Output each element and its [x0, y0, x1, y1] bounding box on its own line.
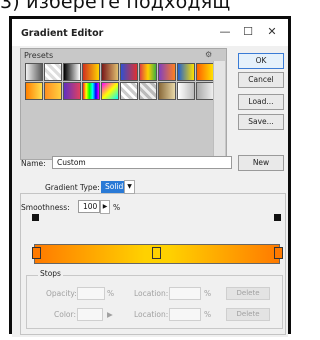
opacity-delete-button[interactable]: Delete [226, 287, 270, 300]
chevron-down-icon[interactable]: ▼ [124, 180, 135, 194]
opacity-location-unit: % [204, 289, 212, 298]
color-stop-middle[interactable] [152, 247, 161, 259]
color-location-unit: % [204, 310, 212, 319]
preset-swatch[interactable] [63, 63, 81, 81]
opacity-location-label: Location: [134, 289, 169, 298]
ok-button[interactable]: OK [238, 53, 284, 69]
color-delete-button[interactable]: Delete [226, 308, 270, 321]
color-location-label: Location: [134, 310, 169, 319]
preset-swatch[interactable] [25, 63, 43, 81]
color-swatch-input[interactable] [77, 308, 103, 321]
minimize-button[interactable]: — [217, 25, 233, 39]
name-input[interactable]: Custom [52, 156, 232, 169]
opacity-unit: % [107, 289, 115, 298]
preset-swatch[interactable] [158, 63, 176, 81]
preset-swatch[interactable] [196, 63, 214, 81]
opacity-location-input[interactable] [169, 287, 201, 300]
maximize-button[interactable]: ☐ [240, 25, 256, 39]
stops-label: Stops [38, 269, 63, 278]
preset-swatch[interactable] [25, 82, 43, 100]
gradient-editor-dialog: Gradient Editor — ☐ ✕ Presets ⚙ OK Cance… [12, 19, 288, 337]
opacity-stop-right[interactable] [274, 214, 281, 221]
preset-swatch[interactable] [82, 82, 100, 100]
preset-swatch-grid [25, 63, 215, 105]
preset-swatch[interactable] [44, 82, 62, 100]
presets-scrollbar[interactable] [213, 61, 225, 157]
color-stop-right[interactable] [274, 247, 283, 259]
preset-swatch[interactable] [120, 63, 138, 81]
name-label: Name: [21, 159, 46, 168]
preset-swatch[interactable] [196, 82, 214, 100]
cancel-button[interactable]: Cancel [238, 72, 284, 88]
smoothness-stepper[interactable]: ▶ [100, 200, 110, 214]
opacity-input[interactable] [77, 287, 105, 300]
smoothness-label: Smoothness: [21, 203, 70, 212]
smoothness-unit: % [113, 203, 121, 212]
gear-icon[interactable]: ⚙ [205, 50, 212, 59]
preset-swatch[interactable] [63, 82, 81, 100]
preset-swatch[interactable] [101, 63, 119, 81]
save-button[interactable]: Save... [238, 114, 284, 130]
load-button[interactable]: Load... [238, 94, 284, 110]
new-button[interactable]: New [238, 155, 284, 171]
page-caption: 3) изберете подходящ [0, 0, 231, 13]
preset-swatch[interactable] [101, 82, 119, 100]
preset-swatch[interactable] [139, 63, 157, 81]
smoothness-input[interactable]: 100 [78, 200, 100, 213]
preset-swatch[interactable] [44, 63, 62, 81]
gradient-type-label: Gradient Type: [45, 183, 100, 192]
preset-swatch[interactable] [158, 82, 176, 100]
chevron-right-icon[interactable]: ▶ [107, 310, 113, 319]
title-bar: Gradient Editor — ☐ ✕ [12, 19, 288, 46]
color-stop-left[interactable] [32, 247, 41, 259]
preset-swatch[interactable] [139, 82, 157, 100]
color-label: Color: [54, 310, 76, 319]
presets-label: Presets [24, 51, 54, 60]
window-title: Gradient Editor [21, 28, 104, 39]
preset-swatch[interactable] [177, 63, 195, 81]
opacity-label: Opacity: [46, 289, 77, 298]
close-button[interactable]: ✕ [264, 25, 280, 39]
color-location-input[interactable] [169, 308, 201, 321]
preset-swatch[interactable] [82, 63, 100, 81]
preset-swatch[interactable] [177, 82, 195, 100]
preset-swatch[interactable] [120, 82, 138, 100]
opacity-stop-left[interactable] [32, 214, 39, 221]
